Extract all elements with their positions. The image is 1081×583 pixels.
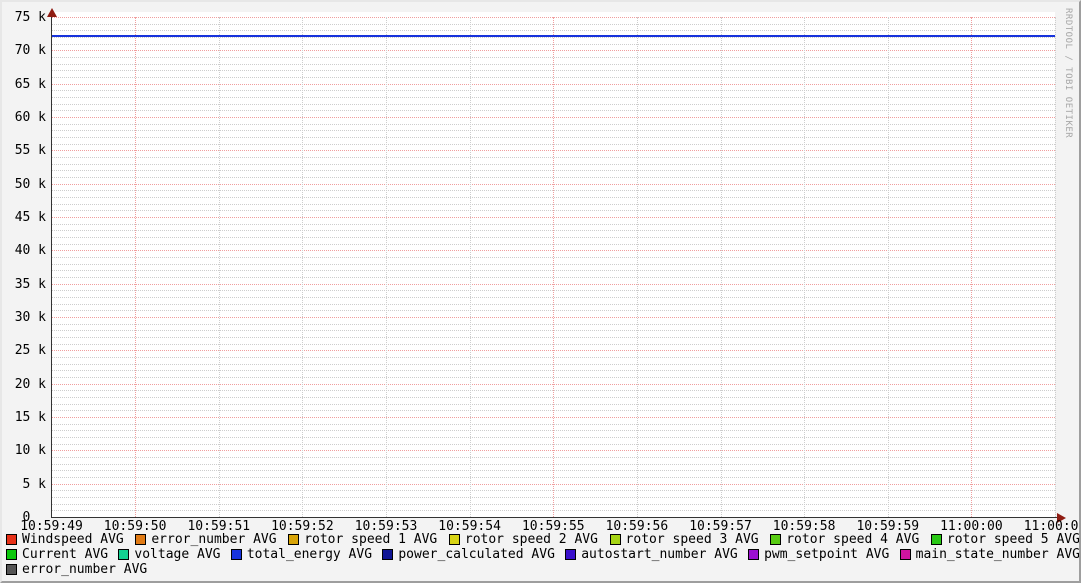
legend-swatch <box>930 533 942 545</box>
legend-label: rotor speed 3 AVG <box>625 531 759 547</box>
legend-item: rotor speed 3 AVG <box>609 531 759 547</box>
legend-item: Current AVG <box>6 548 108 561</box>
legend-item: power_calculated AVG <box>382 548 555 561</box>
v-gridline-minor <box>1055 17 1056 517</box>
v-gridline-minor <box>302 17 304 517</box>
legend-swatch <box>609 533 621 545</box>
legend-label: Current AVG <box>22 546 109 562</box>
legend-item: Windspeed AVG <box>6 533 124 546</box>
series-line-total_energy-avg <box>52 34 1055 37</box>
y-tick-label: 35 k <box>14 276 46 292</box>
legend-swatch <box>748 548 760 560</box>
legend-label: Windspeed AVG <box>22 531 124 547</box>
y-tick-label: 20 k <box>14 376 46 392</box>
legend-label: error_number AVG <box>151 531 277 547</box>
legend-item: error_number AVG <box>6 563 147 576</box>
x-axis <box>51 517 1059 518</box>
legend-item: rotor speed 1 AVG <box>288 533 437 546</box>
v-gridline-minor <box>218 17 220 517</box>
legend-swatch <box>770 533 782 545</box>
legend-swatch <box>448 533 460 545</box>
legend-label: rotor speed 5 AVG <box>946 531 1080 547</box>
legend-label: rotor speed 2 AVG <box>464 531 598 547</box>
legend-label: error_number AVG <box>22 561 148 577</box>
legend-label: autostart_number AVG <box>581 546 738 562</box>
legend-row: Windspeed AVG error_number AVG rotor speed… <box>6 531 1080 547</box>
y-tick-label: 15 k <box>14 410 46 425</box>
y-tick-label: 5 k <box>22 476 46 492</box>
legend-item: main_state_number AVG <box>899 546 1080 562</box>
y-tick-label: 25 k <box>14 343 46 359</box>
rrdtool-graph: 0 5 k 10 k 15 k 20 k 25 k 30 k 35 k 40 k 45 k 50 … <box>0 0 1081 583</box>
v-gridline-minor <box>469 17 471 517</box>
v-gridline-minor <box>887 17 889 517</box>
legend-item: autostart_number AVG <box>565 548 738 561</box>
legend-label: voltage AVG <box>134 546 221 562</box>
legend-swatch <box>382 548 394 560</box>
y-tick-label: 70 k <box>14 43 46 59</box>
y-axis-arrow-icon <box>47 8 57 17</box>
legend-label: main_state_number AVG <box>915 546 1080 562</box>
watermark: RRDTOOL / TOBI OETIKER <box>1063 8 1073 139</box>
y-tick-label: 45 k <box>14 210 46 225</box>
v-gridline-major <box>971 17 973 517</box>
v-gridline-major <box>135 17 137 517</box>
y-tick-label: 10 k <box>14 443 46 459</box>
legend-item: error_number AVG <box>135 531 277 547</box>
legend-item: rotor speed 5 AVG <box>930 531 1080 547</box>
legend-label: rotor speed 4 AVG <box>786 531 920 547</box>
legend-swatch <box>118 548 130 560</box>
y-tick-label: 60 k <box>14 110 46 125</box>
y-tick-label: 55 k <box>14 143 46 159</box>
legend-swatch <box>565 548 577 560</box>
legend-item: voltage AVG <box>118 546 221 562</box>
legend-row: error_number AVG <box>6 562 1079 576</box>
legend-label: power_calculated AVG <box>398 546 555 562</box>
v-gridline-minor <box>804 17 806 517</box>
legend-row: Current AVG voltage AVG total_energy AVG po… <box>6 546 1080 562</box>
legend-swatch <box>6 548 17 560</box>
legend-item: rotor speed 2 AVG <box>448 531 598 547</box>
v-gridline-minor <box>636 17 638 517</box>
legend-item: rotor speed 4 AVG <box>770 533 919 546</box>
legend-label: rotor speed 1 AVG <box>304 531 438 547</box>
v-gridline-minor <box>720 17 722 517</box>
legend-label: pwm_setpoint AVG <box>764 546 890 562</box>
legend-item: pwm_setpoint AVG <box>748 548 889 561</box>
v-gridline-major <box>553 17 555 517</box>
legend-item: total_energy AVG <box>230 546 373 562</box>
legend-label: total_energy AVG <box>246 546 373 562</box>
y-tick-label: 30 k <box>14 310 46 325</box>
legend-swatch <box>6 533 17 545</box>
y-tick-label: 75 k <box>14 10 46 25</box>
legend-swatch <box>135 533 147 545</box>
y-tick-label: 65 k <box>14 76 46 92</box>
legend-swatch <box>230 548 242 560</box>
legend-swatch <box>899 548 911 560</box>
legend-swatch <box>288 533 300 545</box>
y-tick-label: 40 k <box>14 243 46 259</box>
v-gridline-minor <box>386 17 387 517</box>
y-tick-label: 50 k <box>14 176 46 192</box>
y-axis <box>51 12 52 518</box>
legend-swatch <box>6 563 17 575</box>
